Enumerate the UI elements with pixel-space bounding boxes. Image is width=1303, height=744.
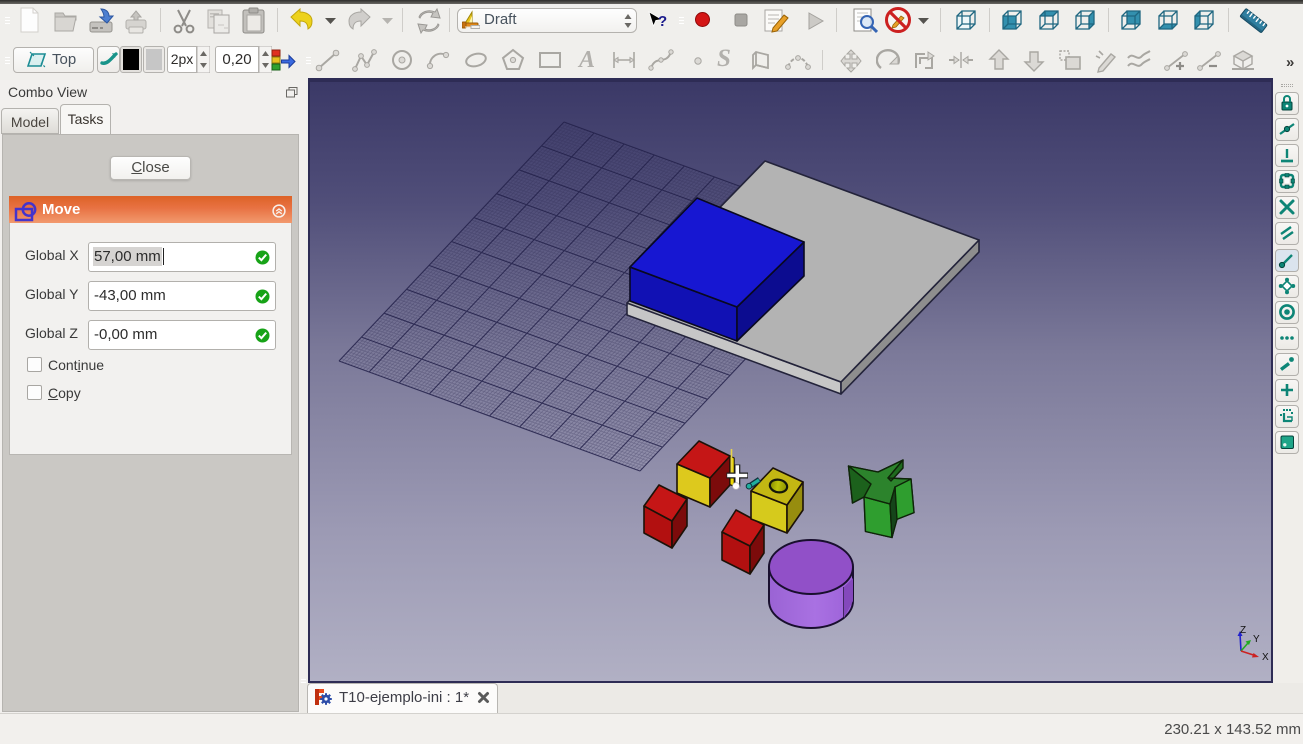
svg-text:Z: Z xyxy=(1240,625,1246,636)
svg-text:X: X xyxy=(1262,652,1269,663)
svg-text:Y: Y xyxy=(1253,634,1260,645)
svg-text:?: ? xyxy=(658,13,667,30)
